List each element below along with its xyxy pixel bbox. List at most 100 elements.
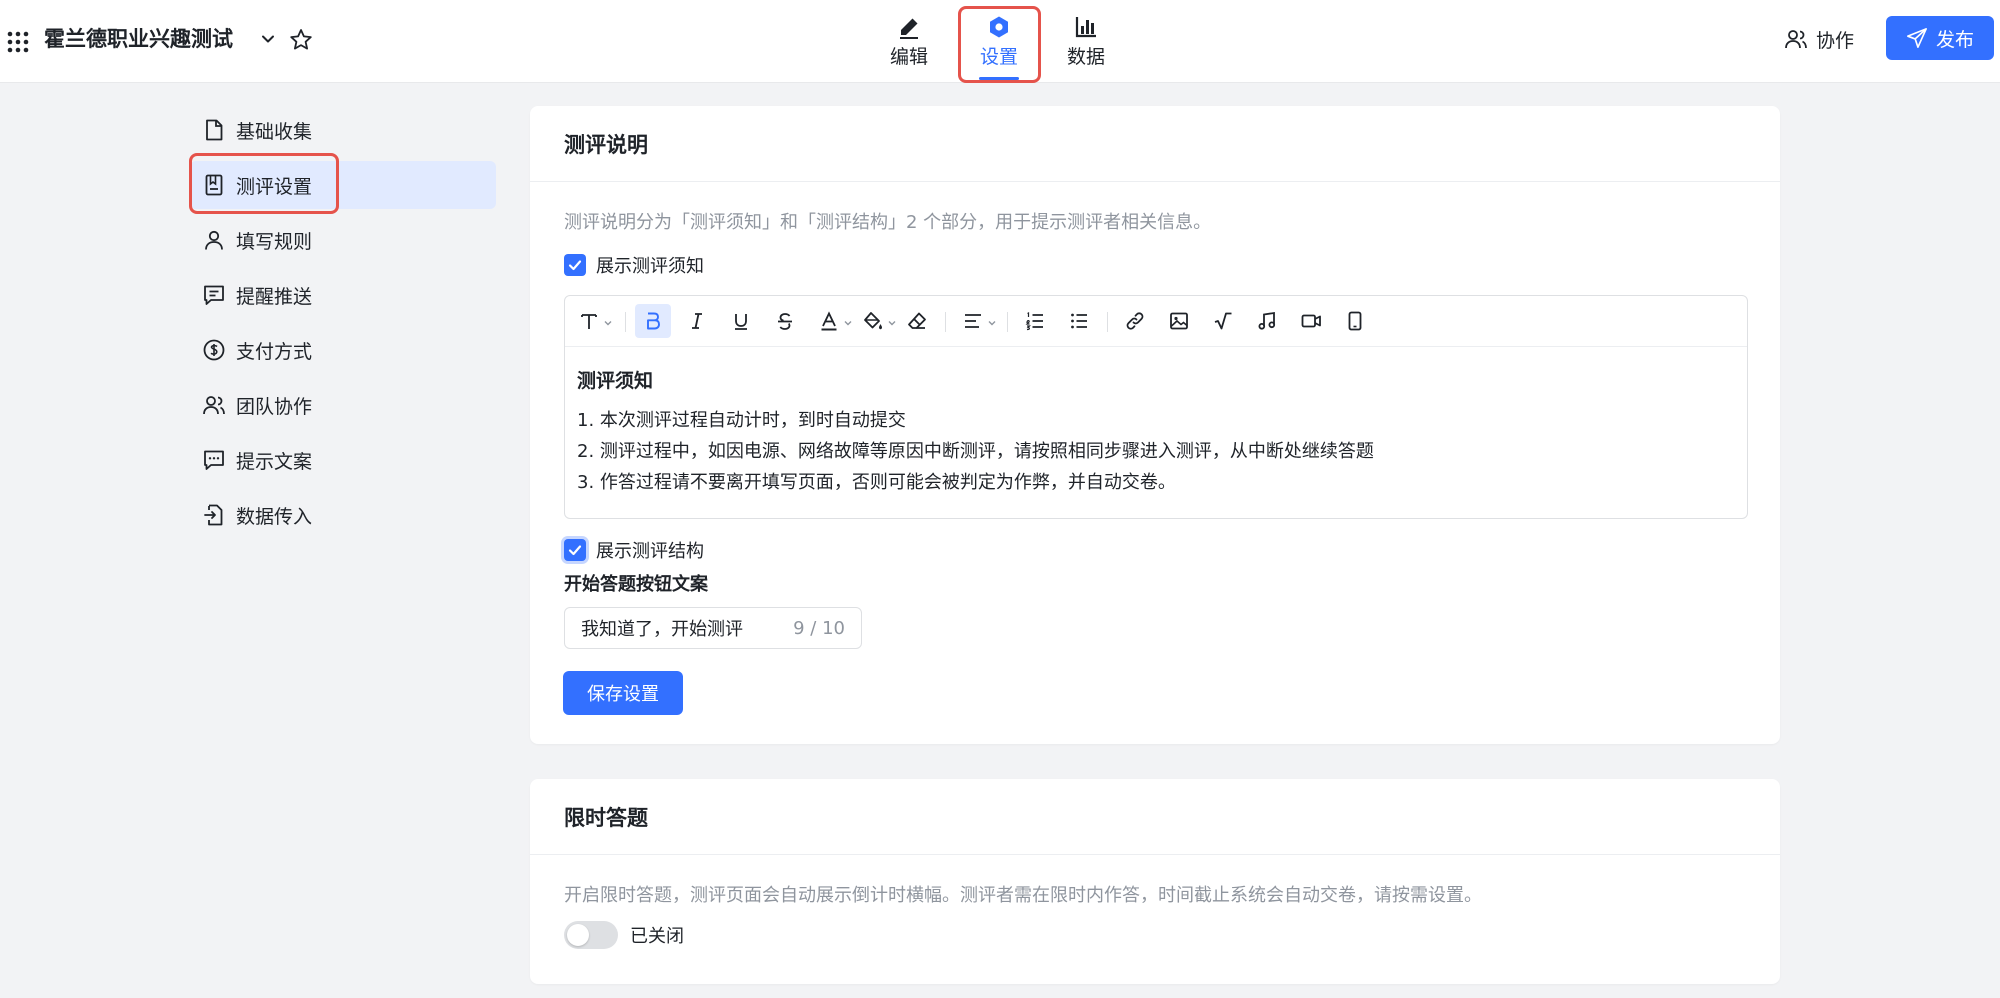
align-button[interactable]	[955, 304, 991, 338]
strikethrough-icon	[778, 313, 792, 330]
editor-heading: 测评须知	[577, 370, 654, 392]
collaborate-label: 协作	[1816, 29, 1855, 52]
show-structure-checkbox-row[interactable]: 展示测评结构	[564, 537, 704, 563]
sidebar-item-prompt-copy[interactable]: 提示文案	[190, 436, 496, 484]
insert-video-button[interactable]	[1293, 304, 1329, 338]
top-bar: 霍兰德职业兴趣测试 编辑 设置 数据 协作 发布	[0, 0, 2000, 83]
clear-format-button[interactable]	[899, 304, 935, 338]
insert-formula-button[interactable]	[1205, 304, 1241, 338]
text-style-button[interactable]	[571, 304, 607, 338]
editor-content[interactable]: 测评须知 1. 本次测评过程自动计时，到时自动提交 2. 测评过程中，如因电源、…	[577, 366, 1374, 498]
tab-settings-label: 设置	[979, 46, 1018, 68]
show-notice-checkbox-row[interactable]: 展示测评须知	[564, 252, 704, 278]
mobile-preview-button[interactable]	[1337, 304, 1373, 338]
music-icon	[1258, 311, 1276, 330]
sidebar-item-team-collaboration[interactable]: 团队协作	[190, 381, 496, 429]
underline-icon	[735, 314, 747, 330]
formula-icon	[1214, 312, 1232, 330]
sidebar-item-label: 提醒推送	[236, 285, 313, 308]
card-header: 限时答题	[530, 779, 1780, 855]
document-title[interactable]: 霍兰德职业兴趣测试	[44, 24, 233, 54]
insert-link-button[interactable]	[1117, 304, 1153, 338]
image-icon	[1170, 312, 1188, 330]
team-icon	[203, 396, 225, 415]
ordered-list-icon	[1025, 312, 1043, 331]
bullet-list-button[interactable]	[1061, 304, 1097, 338]
chevron-down-icon[interactable]	[258, 29, 278, 49]
sidebar-item-data-import[interactable]: 数据传入	[190, 491, 496, 539]
message-icon	[204, 285, 224, 305]
settings-sidebar: 基础收集 测评设置 填写规则 提醒推送 支付方式 团队协作 提示文案 数据传入	[190, 106, 496, 546]
sidebar-item-fill-rules[interactable]: 填写规则	[190, 216, 496, 264]
bullet-list-icon	[1071, 313, 1087, 329]
caret-down-icon[interactable]	[887, 318, 897, 328]
time-limit-card: 限时答题 开启限时答题，测评页面会自动展示倒计时横幅。测评者需在限时内作答，时间…	[530, 779, 1780, 984]
editor-line: 2. 测评过程中，如因电源、网络故障等原因中断测评，请按照相同步骤进入测评，从中…	[577, 441, 1374, 462]
insert-image-button[interactable]	[1161, 304, 1197, 338]
pen-icon	[900, 18, 918, 39]
rich-text-editor[interactable]: 测评须知 1. 本次测评过程自动计时，到时自动提交 2. 测评过程中，如因电源、…	[564, 295, 1748, 519]
tab-data[interactable]: 数据	[1044, 6, 1128, 82]
font-color-button[interactable]	[811, 304, 847, 338]
sidebar-item-label: 测评设置	[236, 175, 313, 198]
editor-toolbar	[565, 296, 1747, 347]
show-notice-label: 展示测评须知	[596, 256, 704, 277]
show-structure-checkbox[interactable]	[564, 539, 586, 561]
editor-line: 1. 本次测评过程自动计时，到时自动提交	[577, 410, 906, 431]
start-button-text-label: 开始答题按钮文案	[564, 574, 708, 595]
start-button-text-input[interactable]: 我知道了，开始测评 9 / 10	[564, 607, 862, 649]
italic-icon	[692, 313, 702, 329]
font-color-icon	[821, 311, 837, 331]
mobile-phone-icon	[1348, 311, 1362, 331]
toolbar-divider	[1007, 312, 1008, 332]
insert-audio-button[interactable]	[1249, 304, 1285, 338]
star-icon[interactable]	[288, 27, 314, 53]
editor-line: 3. 作答过程请不要离开填写页面，否则可能会被判定为作弊，并自动交卷。	[577, 472, 1176, 493]
highlight-color-button[interactable]	[855, 304, 891, 338]
caret-down-icon[interactable]	[843, 318, 853, 328]
strikethrough-button[interactable]	[767, 304, 803, 338]
sidebar-item-basic-collection[interactable]: 基础收集	[190, 106, 496, 154]
publish-button[interactable]: 发布	[1886, 16, 1994, 60]
tab-edit[interactable]: 编辑	[867, 6, 951, 82]
check-icon	[568, 545, 582, 556]
time-limit-toggle-row[interactable]: 已关闭	[564, 921, 684, 949]
toggle-status-label: 已关闭	[630, 926, 684, 947]
time-limit-description: 开启限时答题，测评页面会自动展示倒计时横幅。测评者需在限时内作答，时间截止系统会…	[564, 885, 1482, 906]
time-limit-toggle[interactable]	[564, 921, 618, 949]
send-icon	[1906, 28, 1927, 48]
tab-edit-label: 编辑	[889, 46, 928, 68]
sidebar-item-label: 数据传入	[236, 505, 313, 528]
tab-settings[interactable]: 设置	[957, 6, 1041, 82]
tab-data-label: 数据	[1066, 46, 1105, 68]
sidebar-item-label: 填写规则	[236, 230, 313, 253]
toolbar-divider	[945, 312, 946, 332]
collaborate-button[interactable]: 协作	[1784, 22, 1854, 56]
toggle-knob	[567, 924, 589, 946]
start-button-text-value: 我知道了，开始测评	[581, 619, 743, 640]
bold-button[interactable]	[635, 304, 671, 338]
card-header: 测评说明	[530, 106, 1780, 182]
align-left-icon	[965, 314, 981, 328]
bar-chart-icon	[1075, 17, 1096, 38]
show-notice-checkbox[interactable]	[564, 254, 586, 276]
italic-button[interactable]	[679, 304, 715, 338]
sidebar-item-reminder-push[interactable]: 提醒推送	[190, 271, 496, 319]
bookmark-doc-icon	[205, 174, 223, 196]
caret-down-icon[interactable]	[987, 318, 997, 328]
sidebar-item-payment[interactable]: 支付方式	[190, 326, 496, 374]
sidebar-item-label: 团队协作	[236, 395, 313, 418]
sidebar-item-assessment-settings[interactable]: 测评设置	[190, 161, 496, 209]
assessment-intro-card: 测评说明 测评说明分为「测评须知」和「测评结构」2 个部分，用于提示测评者相关信…	[530, 106, 1780, 744]
sidebar-item-label: 支付方式	[236, 340, 313, 363]
apps-grid-icon[interactable]	[5, 29, 31, 55]
link-icon	[1126, 312, 1144, 330]
underline-button[interactable]	[723, 304, 759, 338]
ordered-list-button[interactable]	[1017, 304, 1053, 338]
bold-icon	[647, 312, 660, 330]
caret-down-icon[interactable]	[603, 318, 613, 328]
save-settings-button[interactable]: 保存设置	[563, 671, 683, 715]
show-structure-label: 展示测评结构	[596, 541, 704, 562]
card-title: 限时答题	[564, 805, 648, 830]
card-title: 测评说明	[564, 132, 648, 157]
